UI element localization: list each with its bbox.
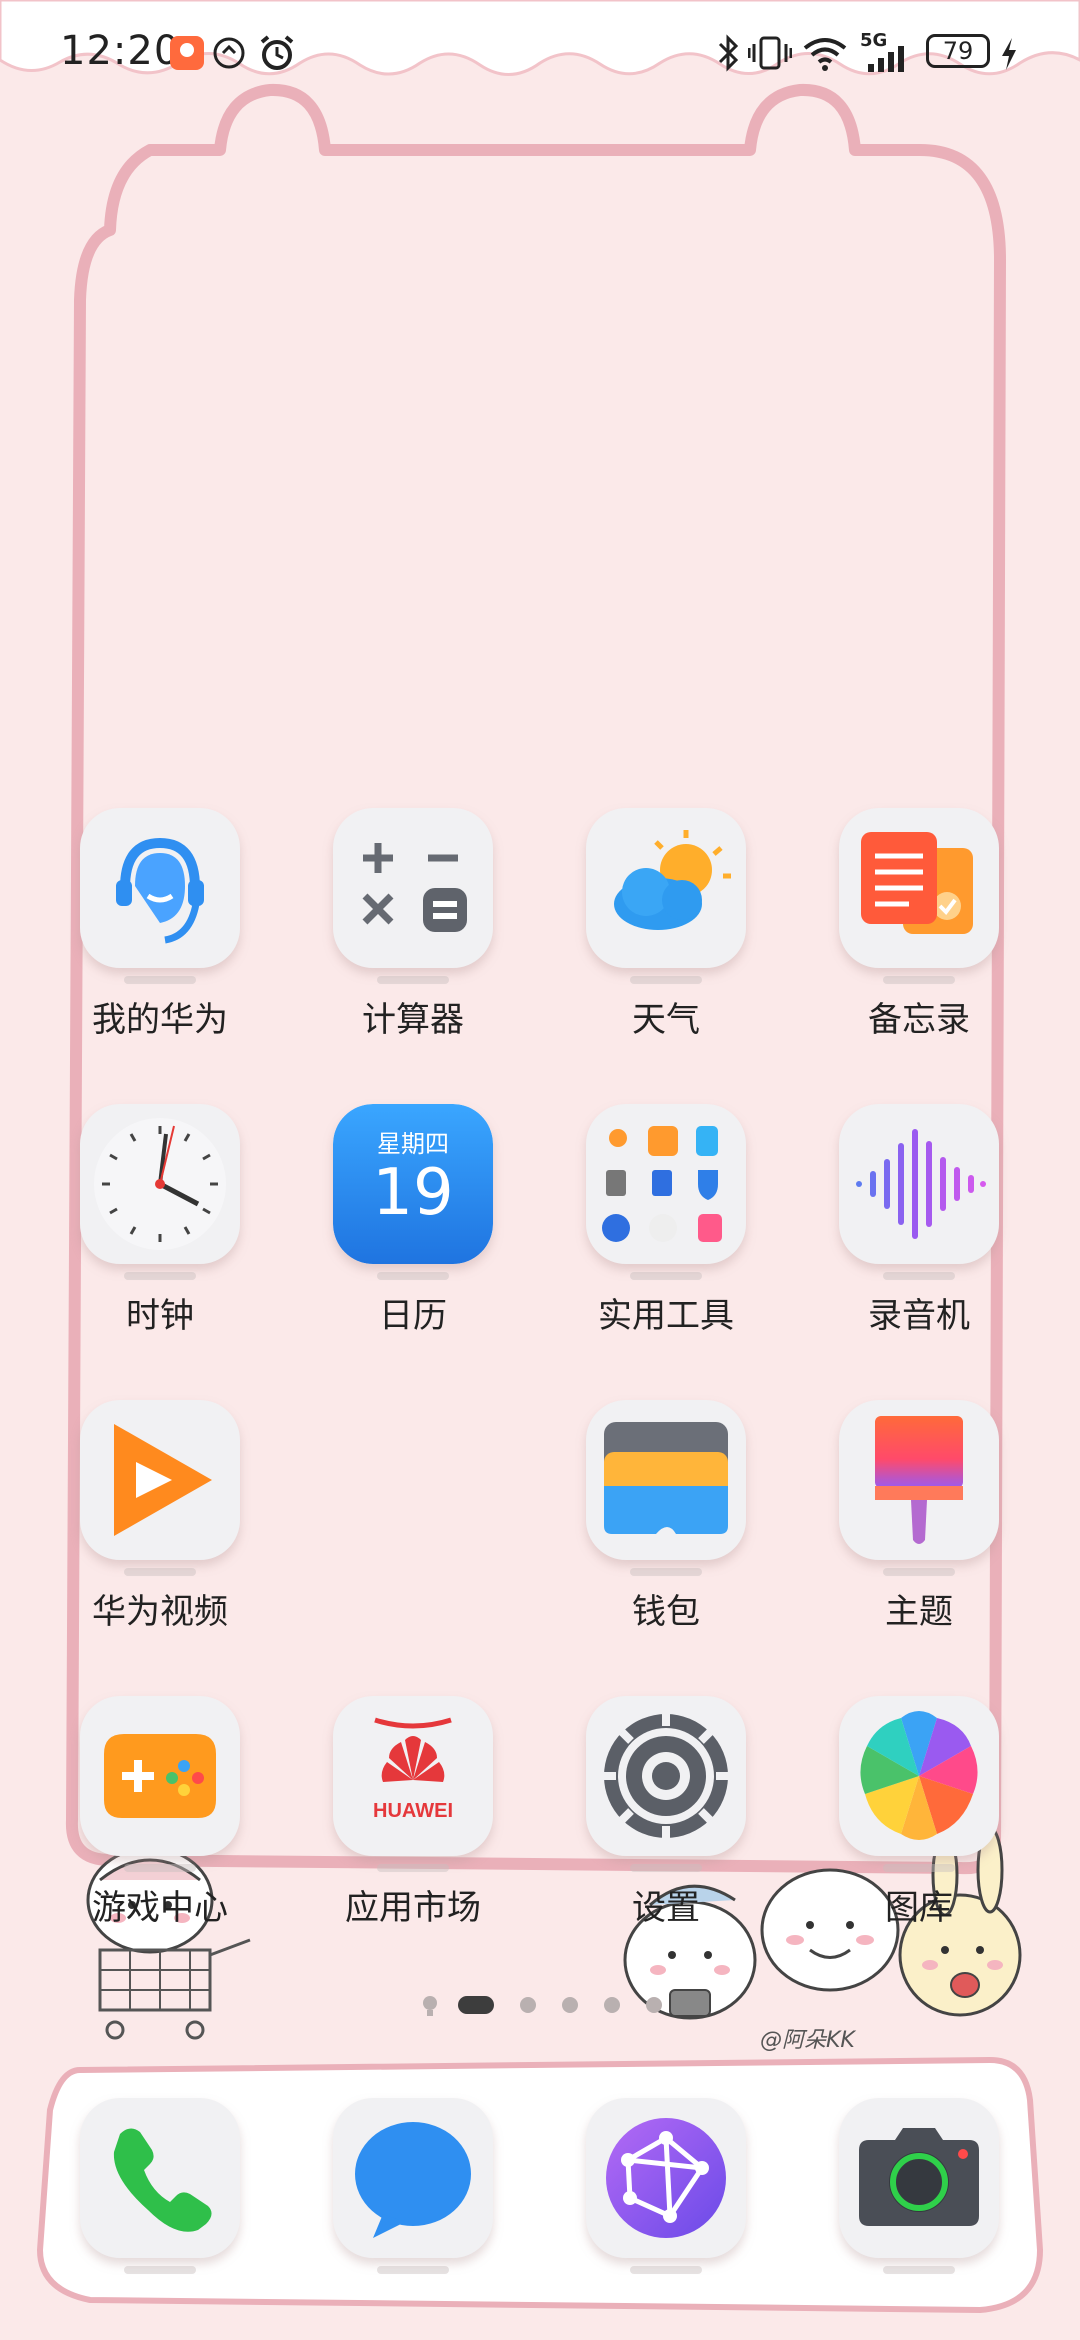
icon-shadow: [630, 1864, 702, 1872]
app-tools-folder[interactable]: 实用工具: [546, 1104, 786, 1344]
sync-notification-icon: [213, 37, 245, 69]
bluetooth-icon: [718, 34, 739, 72]
notepad-icon: [839, 808, 999, 968]
wallet-icon: [586, 1400, 746, 1560]
calendar-icon: 星期四 19: [333, 1104, 493, 1264]
vibrate-icon: [748, 36, 792, 70]
app-gallery-brand: HUAWEI: [373, 1800, 453, 1822]
app-label: 录音机: [868, 1296, 970, 1336]
notification-app-icon: [170, 36, 204, 70]
app-label: 主题: [885, 1592, 953, 1632]
themes-icon: [839, 1400, 999, 1560]
browser-icon: [586, 2098, 746, 2258]
app-app-gallery[interactable]: HUAWEI 应用市场: [293, 1696, 533, 1936]
dock-phone[interactable]: [40, 2098, 280, 2298]
page-dot-3[interactable]: [562, 1997, 578, 2013]
dock-browser[interactable]: [546, 2098, 786, 2298]
page-dot-1[interactable]: [458, 1996, 494, 2014]
battery-level: 79: [926, 34, 990, 68]
icon-shadow: [883, 1272, 955, 1280]
icon-shadow: [630, 1272, 702, 1280]
status-bar: 12:20 5G 79: [0, 0, 1080, 100]
icon-shadow: [377, 1864, 449, 1872]
calculator-icon: [333, 808, 493, 968]
icon-shadow: [124, 1272, 196, 1280]
icon-shadow: [630, 1568, 702, 1576]
dock-camera[interactable]: [799, 2098, 1039, 2298]
icon-shadow: [883, 1864, 955, 1872]
page-indicator-home-icon[interactable]: [420, 1994, 440, 2018]
icon-shadow: [630, 976, 702, 984]
icon-shadow: [124, 2266, 196, 2274]
icon-shadow: [124, 1864, 196, 1872]
app-calculator[interactable]: 计算器: [293, 808, 533, 1048]
app-gallery[interactable]: 图库: [799, 1696, 1039, 1936]
page-dot-4[interactable]: [604, 1997, 620, 2013]
app-label: 游戏中心: [92, 1888, 228, 1928]
app-clock[interactable]: 时钟: [40, 1104, 280, 1344]
calendar-day: 19: [372, 1156, 454, 1230]
camera-icon: [839, 2098, 999, 2258]
app-game-center[interactable]: 游戏中心: [40, 1696, 280, 1936]
messages-icon: [333, 2098, 493, 2258]
app-recorder[interactable]: 录音机: [799, 1104, 1039, 1344]
icon-shadow: [377, 1272, 449, 1280]
page-dot-2[interactable]: [520, 1997, 536, 2013]
alarm-icon: [260, 35, 294, 70]
icon-shadow: [883, 976, 955, 984]
calendar-weekday: 星期四: [377, 1130, 449, 1158]
app-label: 备忘录: [868, 1000, 970, 1040]
app-label: 设置: [632, 1888, 700, 1928]
wifi-icon: [803, 38, 847, 71]
app-gallery-icon: HUAWEI: [333, 1696, 493, 1856]
icon-shadow: [630, 2266, 702, 2274]
icon-shadow: [883, 1568, 955, 1576]
video-icon: [80, 1400, 240, 1560]
signal-icon: [868, 46, 904, 72]
gallery-icon: [839, 1696, 999, 1856]
app-label: 实用工具: [598, 1296, 734, 1336]
recorder-icon: [839, 1104, 999, 1264]
icon-shadow: [377, 976, 449, 984]
app-label: 华为视频: [92, 1592, 228, 1632]
app-wallet[interactable]: 钱包: [546, 1400, 786, 1640]
wallpaper-signature: @阿朵KK: [760, 2028, 855, 2053]
app-label: 应用市场: [345, 1888, 481, 1928]
status-time: 12:20: [60, 28, 181, 74]
app-settings[interactable]: 设置: [546, 1696, 786, 1936]
app-label: 日历: [379, 1296, 447, 1336]
app-label: 图库: [885, 1888, 953, 1928]
app-label: 天气: [632, 1000, 700, 1040]
app-label: 钱包: [632, 1592, 700, 1632]
app-weather[interactable]: 天气: [546, 808, 786, 1048]
game-center-icon: [80, 1696, 240, 1856]
icon-shadow: [124, 1568, 196, 1576]
page-dot-5[interactable]: [646, 1997, 662, 2013]
icon-shadow: [377, 2266, 449, 2274]
icon-shadow: [883, 2266, 955, 2274]
weather-icon: [586, 808, 746, 968]
app-label: 时钟: [126, 1296, 194, 1336]
app-video[interactable]: 华为视频: [40, 1400, 280, 1640]
settings-icon: [586, 1696, 746, 1856]
phone-icon: [80, 2098, 240, 2258]
clock-icon: [80, 1104, 240, 1264]
icon-shadow: [124, 976, 196, 984]
dock-messages[interactable]: [293, 2098, 533, 2298]
tools-folder-icon: [586, 1104, 746, 1264]
app-themes[interactable]: 主题: [799, 1400, 1039, 1640]
huawei-support-icon: [80, 808, 240, 968]
app-label: 计算器: [362, 1000, 464, 1040]
charging-icon: [1002, 38, 1016, 70]
app-label: 我的华为: [92, 1000, 228, 1040]
app-huawei-support[interactable]: 我的华为: [40, 808, 280, 1048]
app-calendar[interactable]: 星期四 19 日历: [293, 1104, 533, 1344]
app-notepad[interactable]: 备忘录: [799, 808, 1039, 1048]
